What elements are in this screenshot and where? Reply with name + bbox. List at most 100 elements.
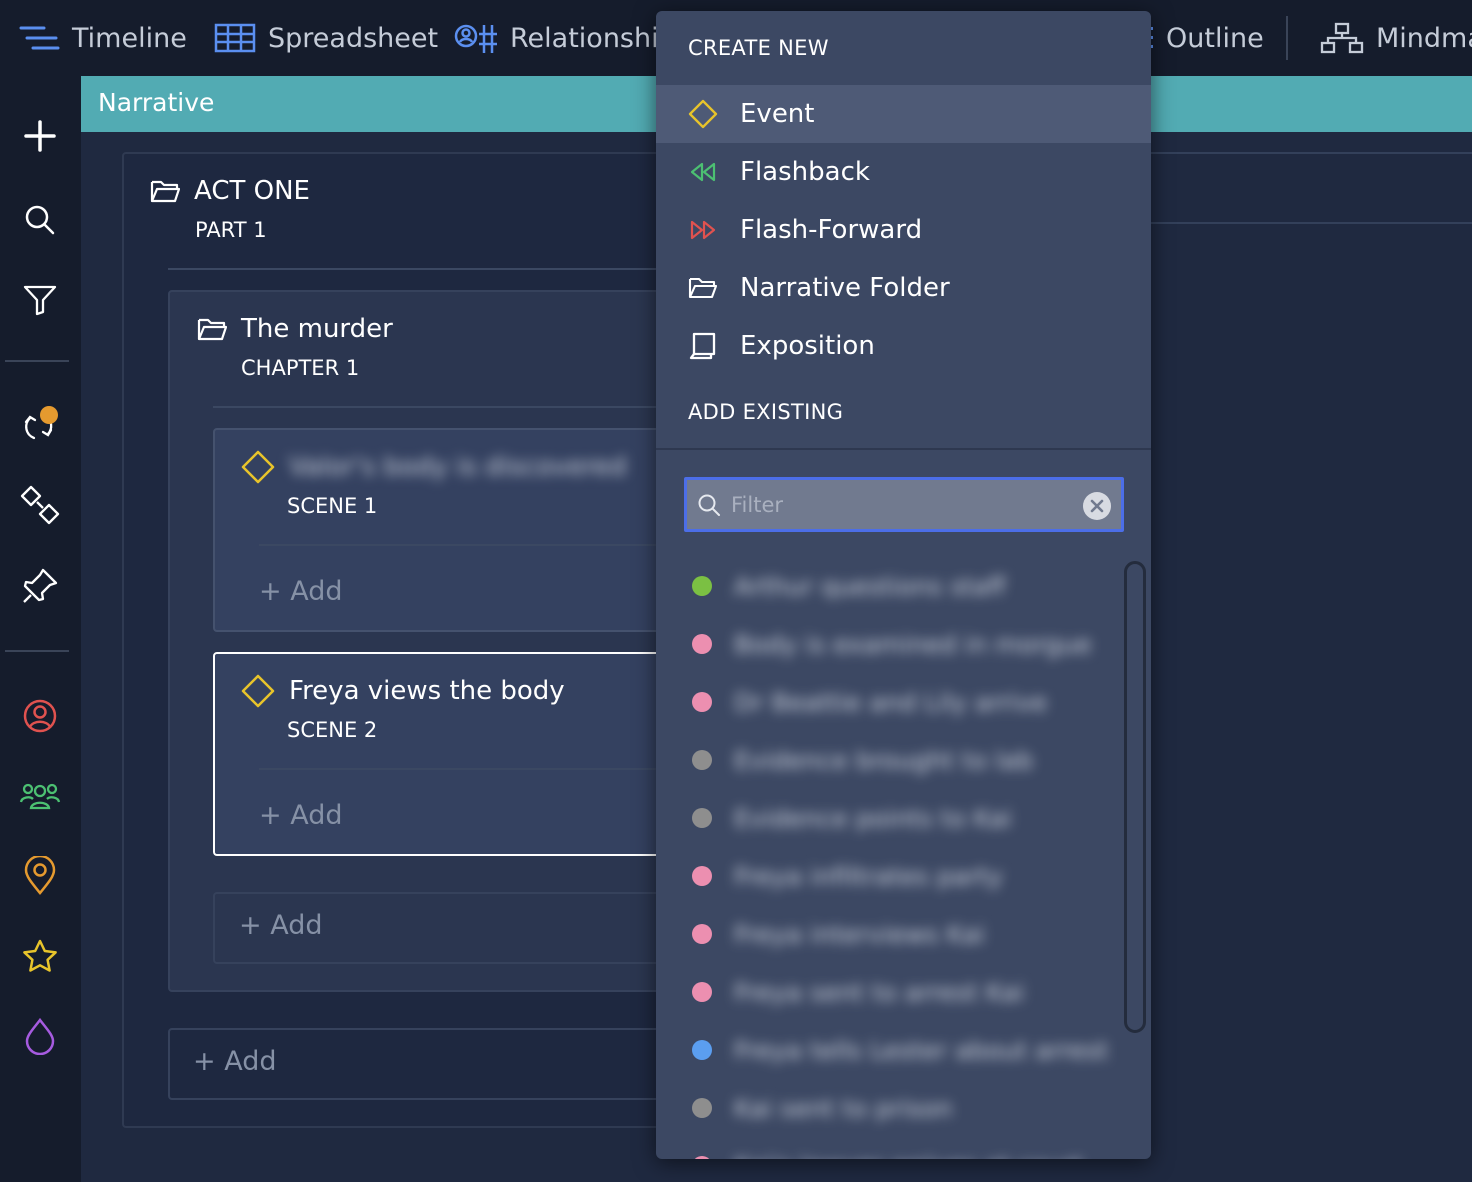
divider bbox=[259, 768, 658, 770]
book-icon bbox=[689, 332, 716, 360]
nav-timeline[interactable]: Timeline bbox=[18, 0, 187, 76]
act-title[interactable]: ACT ONE bbox=[150, 176, 310, 206]
shapes-button[interactable] bbox=[18, 484, 62, 528]
pin-button[interactable] bbox=[18, 564, 62, 608]
close-icon bbox=[1090, 499, 1104, 513]
scene-subtitle: SCENE 1 bbox=[287, 494, 378, 518]
existing-item-label: Kai sent to prison bbox=[734, 1093, 953, 1123]
folder-icon bbox=[197, 318, 227, 341]
existing-item[interactable]: Dr Beattie and Lily arrive bbox=[692, 673, 1112, 731]
existing-item[interactable]: Body is examined in morgue bbox=[692, 615, 1112, 673]
search-button[interactable] bbox=[18, 198, 62, 242]
nav-relationship[interactable]: Relationship bbox=[454, 0, 676, 76]
existing-item-label: Evidence brought to lab bbox=[734, 745, 1034, 775]
chapter-add-button[interactable]: + Add bbox=[239, 910, 322, 941]
color-dot bbox=[692, 634, 712, 654]
divider bbox=[259, 544, 658, 546]
dropdown-scrollbar[interactable] bbox=[1124, 561, 1146, 1033]
existing-item[interactable]: Kai sent to prison bbox=[692, 1079, 1112, 1137]
search-icon bbox=[698, 494, 720, 516]
create-exposition-item[interactable]: Exposition bbox=[656, 317, 1151, 375]
diamond-icon bbox=[241, 674, 275, 708]
scene-add-button[interactable]: + Add bbox=[259, 576, 342, 607]
star-icon bbox=[23, 939, 57, 972]
column-border bbox=[1150, 152, 1472, 154]
pin-icon bbox=[23, 568, 58, 603]
existing-item-label: Freya sent to arrest Kai bbox=[734, 977, 1025, 1007]
nav-outline-label: Outline bbox=[1166, 22, 1264, 54]
create-flashback-label: Flashback bbox=[740, 157, 870, 187]
sidebar-divider bbox=[5, 360, 69, 362]
existing-item-label: Arthur questions staff bbox=[734, 571, 1006, 601]
items-button[interactable] bbox=[18, 934, 62, 978]
create-folder-label: Narrative Folder bbox=[740, 273, 950, 303]
create-folder-item[interactable]: Narrative Folder bbox=[656, 259, 1151, 317]
divider bbox=[168, 268, 658, 270]
existing-item[interactable]: Arthur questions staff bbox=[692, 557, 1112, 615]
nav-spreadsheet-label: Spreadsheet bbox=[268, 22, 439, 54]
chapter-title[interactable]: The murder bbox=[197, 314, 393, 344]
create-event-label: Event bbox=[740, 99, 815, 129]
filter-input[interactable] bbox=[731, 492, 1071, 517]
character-icon bbox=[23, 699, 57, 733]
existing-item-label: Kai's lawyer arrives at court bbox=[734, 1152, 1083, 1160]
dropdown-divider bbox=[656, 448, 1151, 450]
divider bbox=[213, 406, 658, 408]
locations-button[interactable] bbox=[18, 854, 62, 898]
act-title-label: ACT ONE bbox=[194, 176, 310, 206]
scene-title-label: Valor's body is discovered bbox=[289, 452, 627, 482]
color-dot bbox=[692, 692, 712, 712]
scene-title[interactable]: Valor's body is discovered bbox=[241, 450, 627, 484]
nav-separator bbox=[1286, 16, 1288, 60]
existing-item[interactable]: Freya interviews Kai bbox=[692, 905, 1112, 963]
existing-item-label: Evidence points to Kai bbox=[734, 803, 1012, 833]
filter-field[interactable] bbox=[684, 477, 1124, 532]
create-event-item[interactable]: Event bbox=[656, 85, 1151, 143]
existing-item[interactable]: Freya infiltrates party bbox=[692, 847, 1112, 905]
add-existing-heading: ADD EXISTING bbox=[688, 400, 844, 424]
sync-button[interactable] bbox=[18, 404, 62, 448]
existing-item-label: Body is examined in morgue bbox=[734, 629, 1092, 659]
color-dot bbox=[692, 1098, 712, 1118]
color-dot bbox=[692, 750, 712, 770]
nav-outline[interactable]: Outline bbox=[1142, 0, 1264, 76]
color-dot bbox=[692, 1156, 712, 1159]
create-flashforward-item[interactable]: Flash-Forward bbox=[656, 201, 1151, 259]
nav-timeline-label: Timeline bbox=[72, 22, 187, 54]
existing-item[interactable]: Freya sent to arrest Kai bbox=[692, 963, 1112, 1021]
nav-mindmap[interactable]: Mindmap bbox=[1320, 0, 1472, 76]
nav-spreadsheet[interactable]: Spreadsheet bbox=[214, 0, 438, 76]
chapter-title-label: The murder bbox=[241, 314, 393, 344]
create-flashforward-label: Flash-Forward bbox=[740, 215, 923, 245]
timeline-icon bbox=[19, 26, 60, 50]
existing-item[interactable]: Evidence points to Kai bbox=[692, 789, 1112, 847]
existing-item-label: Dr Beattie and Lily arrive bbox=[734, 687, 1048, 717]
spreadsheet-icon bbox=[214, 23, 256, 53]
mindmap-icon bbox=[1320, 22, 1364, 54]
existing-item[interactable]: Freya tells Lester about arrest bbox=[692, 1021, 1112, 1079]
existing-item-label: Freya interviews Kai bbox=[734, 919, 985, 949]
scene-add-button[interactable]: + Add bbox=[259, 800, 342, 831]
filter-button[interactable] bbox=[18, 278, 62, 322]
diamond-icon bbox=[241, 450, 275, 484]
scene-title-label: Freya views the body bbox=[289, 676, 565, 706]
add-button[interactable] bbox=[18, 114, 62, 158]
fast-forward-icon bbox=[690, 220, 716, 240]
create-flashback-item[interactable]: Flashback bbox=[656, 143, 1151, 201]
rewind-icon bbox=[690, 162, 716, 182]
act-add-button[interactable]: + Add bbox=[193, 1046, 276, 1077]
nav-relationship-label: Relationship bbox=[510, 22, 676, 54]
existing-item[interactable]: Kai's lawyer arrives at court bbox=[692, 1137, 1112, 1159]
nav-mindmap-label: Mindmap bbox=[1376, 22, 1472, 54]
search-icon bbox=[25, 205, 55, 235]
sidebar-divider bbox=[5, 650, 69, 652]
act-subtitle: PART 1 bbox=[195, 218, 267, 242]
chapter-panel[interactable] bbox=[168, 290, 728, 992]
scene-title[interactable]: Freya views the body bbox=[241, 674, 565, 708]
arcs-button[interactable] bbox=[18, 1014, 62, 1058]
clear-filter-button[interactable] bbox=[1083, 492, 1111, 520]
characters-button[interactable] bbox=[18, 694, 62, 738]
existing-item[interactable]: Evidence brought to lab bbox=[692, 731, 1112, 789]
groups-button[interactable] bbox=[18, 774, 62, 818]
drop-icon bbox=[25, 1017, 55, 1055]
